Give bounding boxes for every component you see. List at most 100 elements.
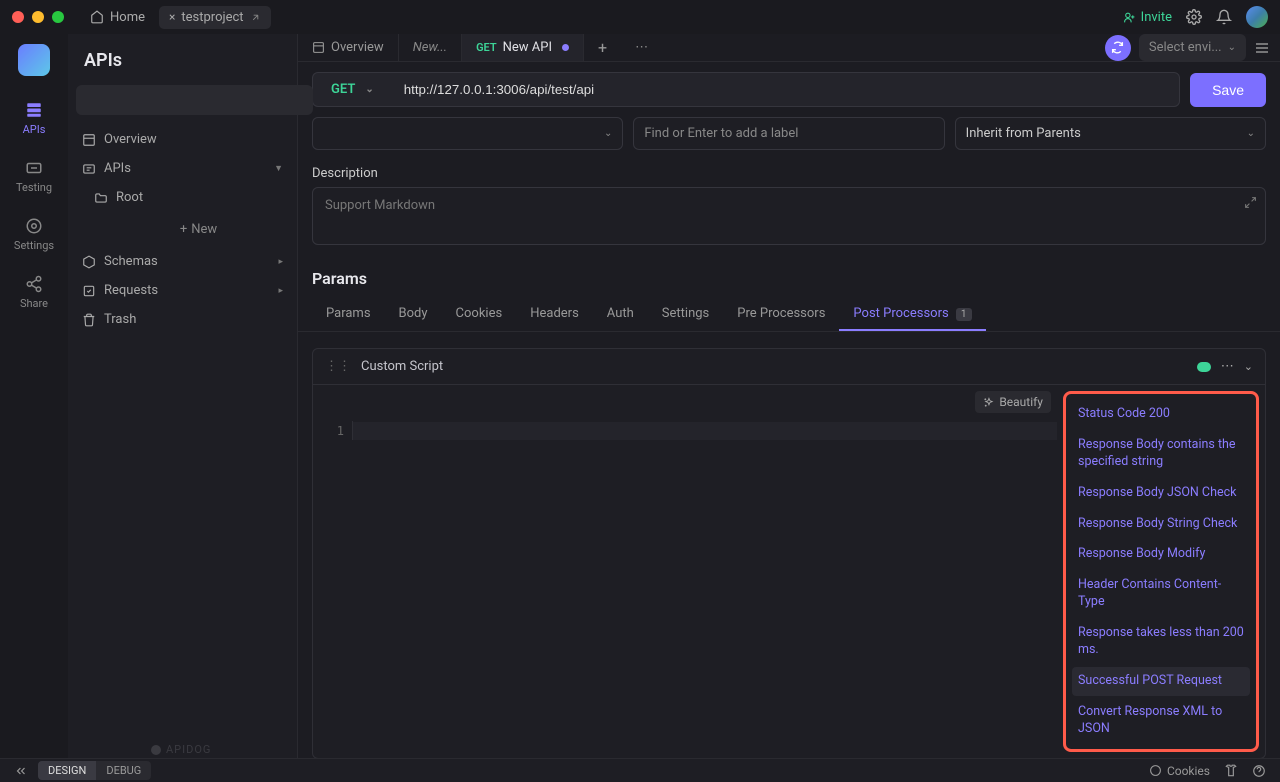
rail-testing[interactable]: Testing: [0, 150, 68, 202]
drag-handle[interactable]: ⋮⋮: [325, 359, 351, 374]
settings-icon: [25, 217, 43, 235]
bell-icon[interactable]: [1216, 9, 1232, 25]
new-item-button[interactable]: +New: [108, 216, 289, 243]
description-input[interactable]: Support Markdown: [312, 187, 1266, 245]
script-title: Custom Script: [361, 359, 443, 374]
placeholder: Find or Enter to add a label: [644, 126, 798, 141]
sidebar-search-input[interactable]: [76, 85, 313, 115]
chevron-down-icon[interactable]: ⌄: [1244, 360, 1253, 373]
cookies-button[interactable]: Cookies: [1149, 764, 1210, 778]
sidebar-root-folder[interactable]: Root: [88, 183, 289, 212]
snippet-item[interactable]: Response Body JSON Check: [1072, 479, 1250, 508]
tab-label: New...: [413, 40, 447, 55]
debug-mode[interactable]: DEBUG: [96, 761, 151, 780]
tags-select[interactable]: ⌄: [312, 117, 623, 150]
sync-button[interactable]: [1105, 35, 1131, 61]
apis-group-icon: [82, 162, 96, 176]
cookie-icon: [1149, 764, 1162, 777]
statusbar: DESIGN DEBUG Cookies: [0, 758, 1280, 782]
sidebar-overview[interactable]: Overview: [76, 125, 289, 154]
add-tab-button[interactable]: +: [584, 34, 621, 61]
rail-label: APIs: [23, 123, 46, 136]
testing-icon: [25, 159, 43, 177]
environment-select[interactable]: Select envi... ⌄: [1139, 34, 1246, 61]
code-editor[interactable]: Beautify 1: [313, 385, 1057, 758]
sidebar-trash[interactable]: Trash: [76, 305, 289, 334]
url-input[interactable]: [392, 72, 1180, 107]
snippet-item[interactable]: Header Contains Content-Type: [1072, 571, 1250, 617]
tab-new[interactable]: New...: [399, 34, 462, 61]
home-icon: [90, 10, 104, 24]
minimize-window-button[interactable]: [32, 11, 44, 23]
design-mode[interactable]: DESIGN: [38, 761, 96, 780]
snippet-item[interactable]: Response takes less than 200 ms.: [1072, 619, 1250, 665]
sidebar-title: APIs: [76, 44, 289, 85]
params-header: Params: [298, 259, 1280, 288]
close-window-button[interactable]: [12, 11, 24, 23]
method-select[interactable]: GET ⌄: [312, 72, 392, 107]
plus-icon: +: [180, 222, 187, 237]
home-button[interactable]: Home: [82, 6, 153, 29]
ptab-params[interactable]: Params: [312, 298, 385, 331]
more-icon[interactable]: ⋯: [1221, 359, 1234, 374]
custom-script-section: ⋮⋮ Custom Script ⋯ ⌄ Beautify 1: [312, 348, 1266, 758]
ptab-post[interactable]: Post Processors 1: [839, 298, 985, 331]
ptab-auth[interactable]: Auth: [593, 298, 648, 331]
unsaved-indicator: [562, 44, 569, 51]
app-logo: [18, 44, 50, 76]
enable-toggle[interactable]: [1197, 362, 1211, 372]
rail-share[interactable]: Share: [0, 266, 68, 318]
beautify-button[interactable]: Beautify: [975, 391, 1051, 413]
more-tabs-button[interactable]: ⋯: [621, 34, 662, 61]
ptab-body[interactable]: Body: [385, 298, 442, 331]
rail-apis[interactable]: APIs: [0, 92, 68, 144]
save-button[interactable]: Save: [1190, 73, 1266, 107]
ptab-pre[interactable]: Pre Processors: [723, 298, 839, 331]
cookies-label: Cookies: [1167, 764, 1210, 778]
rail-label: Testing: [16, 181, 52, 194]
code-line[interactable]: [353, 422, 1057, 440]
labels-input[interactable]: Find or Enter to add a label: [633, 117, 944, 150]
expand-icon[interactable]: [1244, 196, 1257, 209]
snippet-item[interactable]: Status Code 200: [1072, 400, 1250, 429]
maximize-window-button[interactable]: [52, 11, 64, 23]
snippet-item[interactable]: Successful POST Request: [1072, 667, 1250, 696]
sidebar-item-label: Schemas: [104, 254, 158, 269]
gear-icon[interactable]: [1186, 9, 1202, 25]
inherit-select[interactable]: Inherit from Parents ⌄: [955, 117, 1266, 150]
chevron-down-icon: ⌄: [365, 84, 373, 95]
snippet-item[interactable]: Response Body contains the specified str…: [1072, 431, 1250, 477]
sidebar-item-label: Trash: [104, 312, 136, 327]
menu-icon[interactable]: [1254, 40, 1270, 56]
snippet-item[interactable]: Convert Response XML to JSON: [1072, 698, 1250, 744]
snippet-item[interactable]: Response Body Modify: [1072, 540, 1250, 569]
shirt-icon[interactable]: [1224, 764, 1238, 778]
ptab-headers[interactable]: Headers: [516, 298, 593, 331]
sidebar-apis-group[interactable]: APIs ▼: [76, 154, 289, 183]
chevron-down-icon: ⌄: [604, 128, 612, 139]
rail-label: Settings: [14, 239, 54, 252]
sidebar-requests[interactable]: Requests ▸: [76, 276, 289, 305]
user-avatar[interactable]: [1246, 6, 1268, 28]
magic-icon: [983, 397, 994, 408]
invite-button[interactable]: Invite: [1123, 10, 1172, 25]
nav-rail: APIs Testing Settings Share: [0, 34, 68, 758]
collapse-icon[interactable]: [14, 764, 28, 778]
sidebar-item-label: Overview: [104, 132, 157, 147]
trash-icon: [82, 313, 96, 327]
content-area: Overview New... GET New API + ⋯ S: [298, 34, 1280, 758]
project-tab[interactable]: × testproject: [159, 6, 271, 29]
sidebar-schemas[interactable]: Schemas ▸: [76, 247, 289, 276]
tab-api[interactable]: GET New API: [462, 34, 584, 61]
param-tabs: Params Body Cookies Headers Auth Setting…: [298, 288, 1280, 332]
window-controls: [12, 11, 64, 23]
help-icon[interactable]: [1252, 764, 1266, 778]
tab-overview[interactable]: Overview: [298, 34, 399, 61]
ptab-settings[interactable]: Settings: [648, 298, 723, 331]
snippet-item[interactable]: Response Body String Check: [1072, 510, 1250, 539]
rail-settings[interactable]: Settings: [0, 208, 68, 260]
ptab-cookies[interactable]: Cookies: [442, 298, 517, 331]
tab-method: GET: [476, 41, 497, 54]
tab-label: Overview: [331, 40, 384, 55]
tab-close-icon[interactable]: ×: [169, 10, 175, 24]
